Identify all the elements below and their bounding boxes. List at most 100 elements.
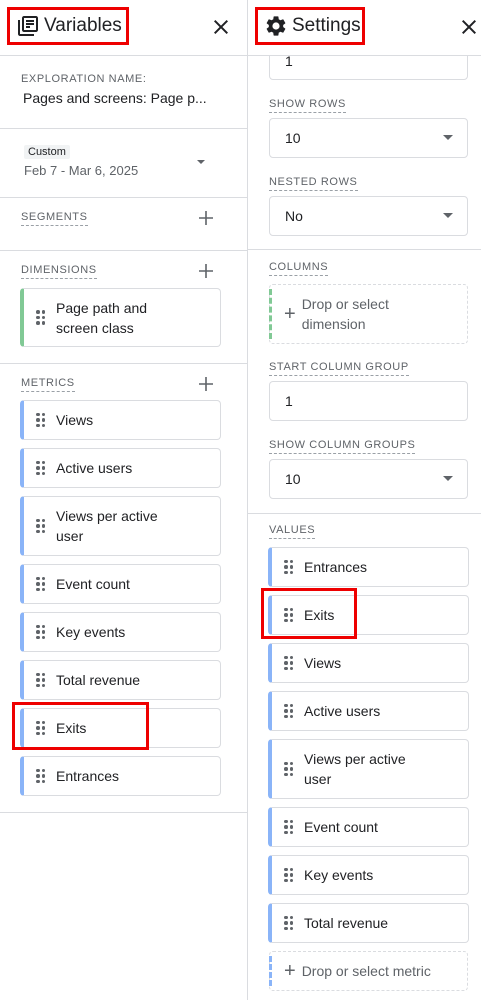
drag-handle-icon[interactable] (284, 703, 294, 719)
value-label: Total revenue (304, 915, 389, 931)
date-range-picker[interactable]: Custom Feb 7 - Mar 6, 2025 (16, 142, 216, 182)
start-column-group-label: START COLUMN GROUP (269, 361, 409, 376)
metric-label: Active users (56, 460, 133, 476)
metric-chip-total-revenue[interactable]: Total revenue (20, 660, 221, 700)
close-icon (462, 20, 476, 34)
caret-down-icon (443, 213, 453, 218)
custom-badge: Custom (24, 145, 70, 159)
show-rows-select[interactable]: 10 (269, 118, 468, 158)
gear-icon (264, 14, 288, 38)
variables-title: Variables (44, 15, 122, 36)
metric-chip-views[interactable]: Views (20, 400, 221, 440)
drag-handle-icon[interactable] (284, 761, 294, 777)
exploration-name-label: EXPLORATION NAME: (21, 73, 147, 85)
divider (0, 812, 247, 813)
close-settings-button[interactable] (457, 15, 481, 39)
drag-handle-icon[interactable] (284, 607, 294, 623)
drag-handle-icon[interactable] (36, 460, 46, 476)
metric-label: Total revenue (56, 672, 141, 688)
caret-down-icon (197, 160, 205, 164)
columns-placeholder: Drop or select dimension (301, 296, 389, 332)
date-range-text: Feb 7 - Mar 6, 2025 (24, 163, 139, 178)
metrics-label: METRICS (21, 377, 75, 392)
nested-rows-select[interactable]: No (269, 196, 468, 236)
columns-label: COLUMNS (269, 261, 329, 276)
value-label: Key events (304, 867, 374, 883)
drag-handle-icon[interactable] (36, 310, 46, 325)
metric-label: Views per active user (56, 508, 158, 544)
add-metric-button[interactable] (196, 374, 216, 394)
metric-label: Entrances (56, 768, 120, 784)
value-label: Active users (304, 703, 381, 719)
drag-handle-icon[interactable] (36, 720, 46, 736)
start-column-group-input[interactable]: 1 (269, 381, 468, 421)
add-segment-button[interactable] (196, 208, 216, 228)
drag-handle-icon[interactable] (36, 624, 46, 640)
drag-handle-icon[interactable] (36, 576, 46, 592)
show-column-groups-value: 10 (285, 471, 301, 487)
value-chip-active-users[interactable]: Active users (268, 691, 469, 731)
drag-handle-icon[interactable] (36, 412, 46, 428)
variables-header: Variables (0, 0, 247, 56)
show-rows-label: SHOW ROWS (269, 98, 346, 113)
dimensions-label: DIMENSIONS (21, 264, 97, 279)
drag-handle-icon[interactable] (36, 672, 46, 688)
segments-label: SEGMENTS (21, 211, 88, 226)
values-placeholder: Drop or select metric (301, 963, 431, 979)
caret-down-icon (443, 476, 453, 481)
settings-panel: 1 Settings SHOW ROWS 10 NESTED ROWS No C… (248, 0, 481, 1000)
value-chip-key-events[interactable]: Key events (268, 855, 469, 895)
close-variables-button[interactable] (209, 15, 233, 39)
metric-chip-event-count[interactable]: Event count (20, 564, 221, 604)
dimension-label: Page path and screen class (56, 299, 148, 336)
drag-handle-icon[interactable] (36, 518, 46, 534)
metric-chip-entrances[interactable]: Entrances (20, 756, 221, 796)
drag-handle-icon[interactable] (284, 559, 294, 575)
value-chip-views-per-active-user[interactable]: Views per active user (268, 739, 469, 799)
plus-icon (199, 211, 213, 225)
metric-chip-key-events[interactable]: Key events (20, 612, 221, 652)
dropzone-accent (269, 289, 272, 339)
settings-title-highlight: Settings (255, 7, 365, 45)
metric-chip-views-per-active-user[interactable]: Views per active user (20, 496, 221, 556)
value-label: Event count (304, 819, 378, 835)
drag-handle-icon[interactable] (284, 655, 294, 671)
value-chip-total-revenue[interactable]: Total revenue (268, 903, 469, 943)
variables-title-highlight: Variables (7, 7, 129, 45)
divider (0, 197, 247, 198)
columns-dropzone[interactable]: + Drop or select dimension (269, 284, 468, 344)
add-dimension-button[interactable] (196, 261, 216, 281)
value-chip-event-count[interactable]: Event count (268, 807, 469, 847)
value-chip-entrances[interactable]: Entrances (268, 547, 469, 587)
metric-chip-exits[interactable]: Exits (20, 708, 221, 748)
exploration-name-input[interactable]: Pages and screens: Page p... (23, 90, 207, 106)
metric-label: Views (56, 412, 94, 428)
dimension-chip[interactable]: Page path and screen class (20, 288, 221, 347)
value-label: Entrances (304, 559, 368, 575)
values-dropzone[interactable]: + Drop or select metric (269, 951, 468, 991)
divider (0, 363, 247, 364)
settings-title: Settings (292, 15, 361, 36)
nested-rows-label: NESTED ROWS (269, 176, 358, 191)
settings-header: Settings (248, 0, 481, 56)
divider (0, 250, 247, 251)
show-column-groups-select[interactable]: 10 (269, 459, 468, 499)
value-chip-exits[interactable]: Exits (268, 595, 469, 635)
drag-handle-icon[interactable] (36, 768, 46, 784)
value-chip-views[interactable]: Views (268, 643, 469, 683)
nested-rows-value: No (285, 208, 303, 224)
show-rows-value: 10 (285, 130, 301, 146)
value-label: Exits (304, 607, 335, 623)
drag-handle-icon[interactable] (284, 819, 294, 835)
drag-handle-icon[interactable] (284, 867, 294, 883)
plus-icon: + (284, 303, 296, 325)
divider (248, 249, 481, 250)
close-icon (214, 20, 228, 34)
divider (0, 128, 247, 129)
values-label: VALUES (269, 524, 316, 539)
show-column-groups-label: SHOW COLUMN GROUPS (269, 439, 416, 454)
metric-chip-active-users[interactable]: Active users (20, 448, 221, 488)
metric-label: Key events (56, 624, 126, 640)
drag-handle-icon[interactable] (284, 915, 294, 931)
variables-panel: Variables EXPLORATION NAME: Pages and sc… (0, 0, 248, 1000)
